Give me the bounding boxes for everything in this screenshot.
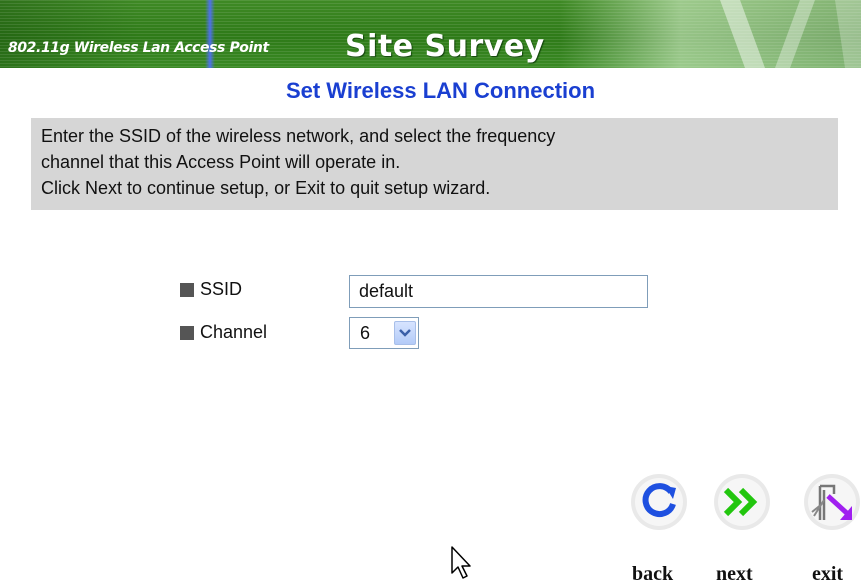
back-label[interactable]: back <box>632 563 673 586</box>
exit-door-icon <box>804 474 860 530</box>
chevron-down-icon[interactable] <box>394 321 416 345</box>
ssid-input[interactable] <box>349 275 648 308</box>
ssid-label: SSID <box>200 279 243 299</box>
double-chevron-right-icon <box>714 474 770 530</box>
channel-select[interactable]: 6 <box>349 317 419 349</box>
ssid-label-row: SSID <box>180 279 242 300</box>
exit-label[interactable]: exit <box>812 563 843 586</box>
instructions-panel: Enter the SSID of the wireless network, … <box>31 118 838 210</box>
header-banner: 802.11g Wireless Lan Access Point Site S… <box>0 0 861 68</box>
page-title: Site Survey <box>345 29 545 64</box>
banner-model-text: 802.11g Wireless Lan Access Point <box>8 40 269 56</box>
instruction-line: channel that this Access Point will oper… <box>41 152 401 172</box>
square-bullet-icon <box>180 325 194 340</box>
channel-selected-value: 6 <box>360 323 371 343</box>
mouse-cursor-icon <box>451 546 471 579</box>
channel-label-row: Channel <box>180 322 267 343</box>
back-arrow-icon <box>631 474 687 530</box>
next-label[interactable]: next <box>716 563 753 586</box>
square-bullet-icon <box>180 282 194 297</box>
instruction-line: Enter the SSID of the wireless network, … <box>41 126 556 146</box>
instruction-line: Click Next to continue setup, or Exit to… <box>41 178 491 198</box>
channel-label: Channel <box>200 322 268 342</box>
section-subtitle: Set Wireless LAN Connection <box>285 78 596 103</box>
